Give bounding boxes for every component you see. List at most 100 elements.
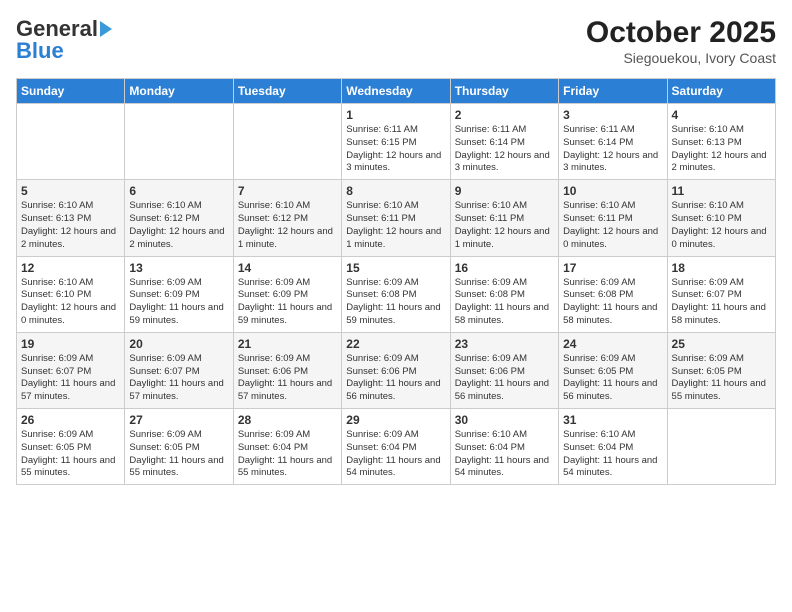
calendar-subtitle: Siegouekou, Ivory Coast	[586, 50, 776, 66]
calendar-cell: 18 Sunrise: 6:09 AM Sunset: 6:07 PM Dayli…	[667, 256, 775, 332]
calendar-cell: 6 Sunrise: 6:10 AM Sunset: 6:12 PM Daylig…	[125, 180, 233, 256]
weekday-header-sunday: Sunday	[17, 79, 125, 104]
day-number: 22	[346, 337, 445, 351]
weekday-header-tuesday: Tuesday	[233, 79, 341, 104]
calendar-cell: 30 Sunrise: 6:10 AM Sunset: 6:04 PM Dayli…	[450, 409, 558, 485]
day-info: Sunrise: 6:10 AM Sunset: 6:04 PM Dayligh…	[455, 429, 554, 480]
logo-blue: Blue	[16, 38, 64, 64]
day-number: 17	[563, 261, 662, 275]
day-number: 14	[238, 261, 337, 275]
day-info: Sunrise: 6:11 AM Sunset: 6:14 PM Dayligh…	[455, 124, 554, 175]
calendar-cell: 27 Sunrise: 6:09 AM Sunset: 6:05 PM Dayli…	[125, 409, 233, 485]
day-info: Sunrise: 6:09 AM Sunset: 6:04 PM Dayligh…	[346, 429, 445, 480]
weekday-header-thursday: Thursday	[450, 79, 558, 104]
day-info: Sunrise: 6:10 AM Sunset: 6:10 PM Dayligh…	[21, 277, 120, 328]
day-info: Sunrise: 6:10 AM Sunset: 6:11 PM Dayligh…	[455, 200, 554, 251]
day-info: Sunrise: 6:10 AM Sunset: 6:04 PM Dayligh…	[563, 429, 662, 480]
logo-arrow-icon	[100, 21, 112, 37]
calendar-cell: 24 Sunrise: 6:09 AM Sunset: 6:05 PM Dayli…	[559, 332, 667, 408]
calendar-cell: 13Sunrise: 6:09 AM Sunset: 6:09 PM Dayli…	[125, 256, 233, 332]
day-info: Sunrise: 6:11 AM Sunset: 6:15 PM Dayligh…	[346, 124, 445, 175]
calendar-cell: 23Sunrise: 6:09 AM Sunset: 6:06 PM Dayli…	[450, 332, 558, 408]
day-info: Sunrise: 6:09 AM Sunset: 6:05 PM Dayligh…	[21, 429, 120, 480]
day-number: 28	[238, 413, 337, 427]
day-info: Sunrise: 6:10 AM Sunset: 6:11 PM Dayligh…	[563, 200, 662, 251]
calendar-title: October 2025	[586, 16, 776, 50]
calendar-cell: 14 Sunrise: 6:09 AM Sunset: 6:09 PM Dayli…	[233, 256, 341, 332]
day-info: Sunrise: 6:09 AM Sunset: 6:07 PM Dayligh…	[21, 353, 120, 404]
day-info: Sunrise: 6:09 AM Sunset: 6:08 PM Dayligh…	[563, 277, 662, 328]
day-number: 20	[129, 337, 228, 351]
day-number: 9	[455, 184, 554, 198]
calendar-cell: 7 Sunrise: 6:10 AM Sunset: 6:12 PM Daylig…	[233, 180, 341, 256]
day-number: 15	[346, 261, 445, 275]
day-number: 4	[672, 108, 771, 122]
calendar-cell: 8 Sunrise: 6:10 AM Sunset: 6:11 PM Daylig…	[342, 180, 450, 256]
day-number: 3	[563, 108, 662, 122]
calendar-cell: 11 Sunrise: 6:10 AM Sunset: 6:10 PM Dayli…	[667, 180, 775, 256]
day-number: 10	[563, 184, 662, 198]
calendar-cell: 3Sunrise: 6:11 AM Sunset: 6:14 PM Daylig…	[559, 104, 667, 180]
day-info: Sunrise: 6:09 AM Sunset: 6:09 PM Dayligh…	[129, 277, 228, 328]
day-number: 31	[563, 413, 662, 427]
day-info: Sunrise: 6:09 AM Sunset: 6:04 PM Dayligh…	[238, 429, 337, 480]
day-info: Sunrise: 6:09 AM Sunset: 6:05 PM Dayligh…	[129, 429, 228, 480]
calendar-cell: 12Sunrise: 6:10 AM Sunset: 6:10 PM Dayli…	[17, 256, 125, 332]
calendar-cell: 5Sunrise: 6:10 AM Sunset: 6:13 PM Daylig…	[17, 180, 125, 256]
day-info: Sunrise: 6:10 AM Sunset: 6:12 PM Dayligh…	[129, 200, 228, 251]
calendar-cell: 2Sunrise: 6:11 AM Sunset: 6:14 PM Daylig…	[450, 104, 558, 180]
calendar-cell: 19 Sunrise: 6:09 AM Sunset: 6:07 PM Dayli…	[17, 332, 125, 408]
calendar-cell: 22 Sunrise: 6:09 AM Sunset: 6:06 PM Dayli…	[342, 332, 450, 408]
day-info: Sunrise: 6:09 AM Sunset: 6:05 PM Dayligh…	[672, 353, 771, 404]
day-info: Sunrise: 6:09 AM Sunset: 6:06 PM Dayligh…	[346, 353, 445, 404]
day-number: 6	[129, 184, 228, 198]
calendar-cell: 4 Sunrise: 6:10 AM Sunset: 6:13 PM Daylig…	[667, 104, 775, 180]
day-info: Sunrise: 6:10 AM Sunset: 6:11 PM Dayligh…	[346, 200, 445, 251]
weekday-header-saturday: Saturday	[667, 79, 775, 104]
calendar-cell: 15Sunrise: 6:09 AM Sunset: 6:08 PM Dayli…	[342, 256, 450, 332]
day-number: 29	[346, 413, 445, 427]
weekday-header-friday: Friday	[559, 79, 667, 104]
day-number: 21	[238, 337, 337, 351]
calendar-cell: 29 Sunrise: 6:09 AM Sunset: 6:04 PM Dayli…	[342, 409, 450, 485]
calendar-week-row: 26 Sunrise: 6:09 AM Sunset: 6:05 PM Dayli…	[17, 409, 776, 485]
weekday-header-wednesday: Wednesday	[342, 79, 450, 104]
day-number: 25	[672, 337, 771, 351]
day-number: 27	[129, 413, 228, 427]
day-info: Sunrise: 6:09 AM Sunset: 6:06 PM Dayligh…	[455, 353, 554, 404]
calendar-cell	[667, 409, 775, 485]
day-info: Sunrise: 6:10 AM Sunset: 6:10 PM Dayligh…	[672, 200, 771, 251]
calendar-cell: 16 Sunrise: 6:09 AM Sunset: 6:08 PM Dayli…	[450, 256, 558, 332]
calendar-cell: 1Sunrise: 6:11 AM Sunset: 6:15 PM Daylig…	[342, 104, 450, 180]
weekday-header-monday: Monday	[125, 79, 233, 104]
day-info: Sunrise: 6:09 AM Sunset: 6:05 PM Dayligh…	[563, 353, 662, 404]
day-number: 24	[563, 337, 662, 351]
day-number: 7	[238, 184, 337, 198]
day-number: 5	[21, 184, 120, 198]
day-info: Sunrise: 6:10 AM Sunset: 6:12 PM Dayligh…	[238, 200, 337, 251]
calendar-week-row: 19 Sunrise: 6:09 AM Sunset: 6:07 PM Dayli…	[17, 332, 776, 408]
day-number: 26	[21, 413, 120, 427]
day-number: 18	[672, 261, 771, 275]
calendar-cell: 21 Sunrise: 6:09 AM Sunset: 6:06 PM Dayli…	[233, 332, 341, 408]
day-number: 16	[455, 261, 554, 275]
weekday-header-row: SundayMondayTuesdayWednesdayThursdayFrid…	[17, 79, 776, 104]
calendar-table: SundayMondayTuesdayWednesdayThursdayFrid…	[16, 78, 776, 485]
calendar-cell	[17, 104, 125, 180]
day-info: Sunrise: 6:09 AM Sunset: 6:09 PM Dayligh…	[238, 277, 337, 328]
calendar-week-row: 12Sunrise: 6:10 AM Sunset: 6:10 PM Dayli…	[17, 256, 776, 332]
calendar-cell: 31 Sunrise: 6:10 AM Sunset: 6:04 PM Dayli…	[559, 409, 667, 485]
page-header: General Blue October 2025 Siegouekou, Iv…	[16, 16, 776, 66]
day-number: 8	[346, 184, 445, 198]
calendar-title-block: October 2025 Siegouekou, Ivory Coast	[586, 16, 776, 66]
day-number: 19	[21, 337, 120, 351]
day-info: Sunrise: 6:09 AM Sunset: 6:08 PM Dayligh…	[455, 277, 554, 328]
calendar-cell: 26 Sunrise: 6:09 AM Sunset: 6:05 PM Dayli…	[17, 409, 125, 485]
calendar-cell	[125, 104, 233, 180]
day-info: Sunrise: 6:09 AM Sunset: 6:06 PM Dayligh…	[238, 353, 337, 404]
day-info: Sunrise: 6:10 AM Sunset: 6:13 PM Dayligh…	[672, 124, 771, 175]
day-number: 11	[672, 184, 771, 198]
calendar-cell: 20Sunrise: 6:09 AM Sunset: 6:07 PM Dayli…	[125, 332, 233, 408]
day-info: Sunrise: 6:09 AM Sunset: 6:07 PM Dayligh…	[672, 277, 771, 328]
day-number: 30	[455, 413, 554, 427]
